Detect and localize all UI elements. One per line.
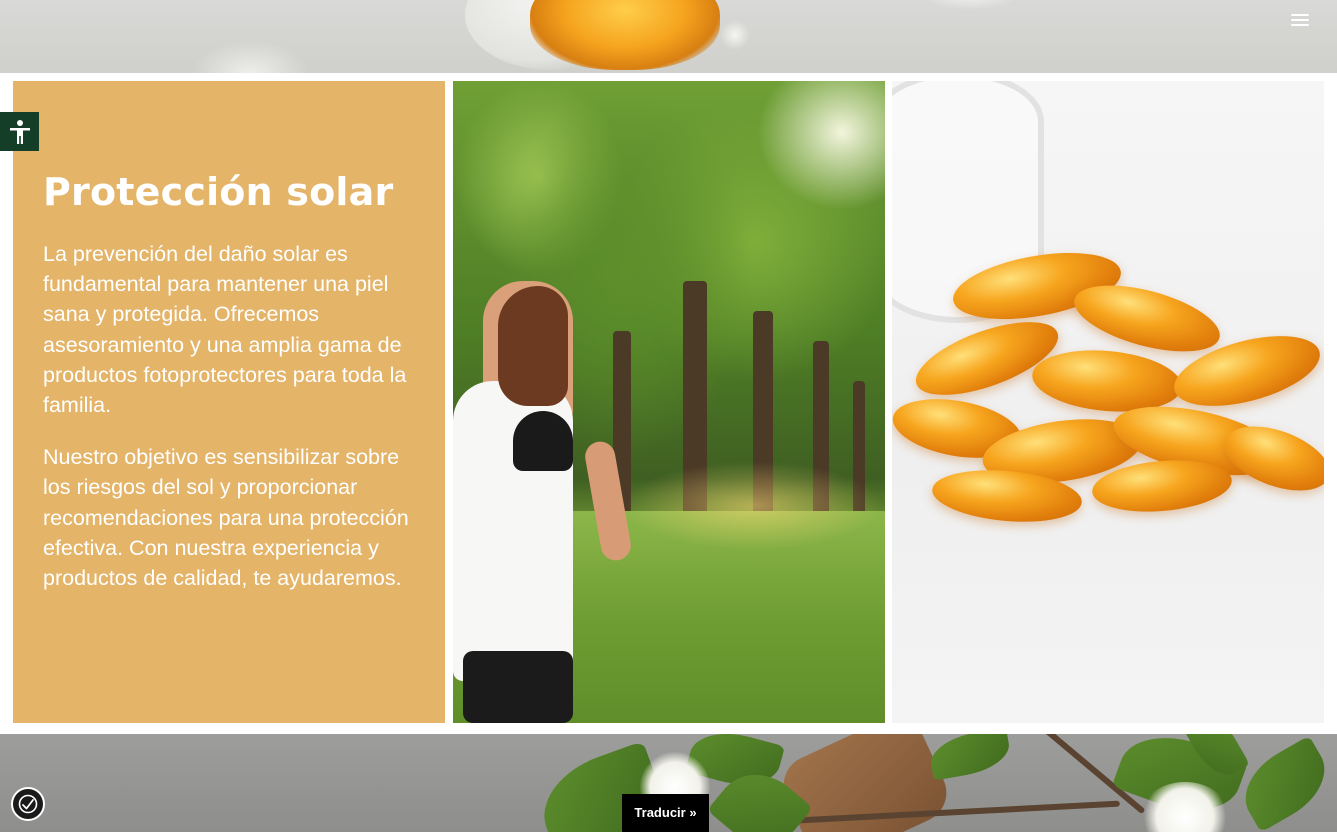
text-panel: Protección solar La prevención del daño … bbox=[13, 81, 445, 723]
hamburger-icon[interactable] bbox=[1291, 12, 1309, 28]
section-paragraph-1: La prevención del daño solar es fundamen… bbox=[43, 242, 407, 418]
accessibility-person-icon bbox=[9, 119, 30, 144]
hero-image-top bbox=[0, 0, 1337, 73]
section-title: Protección solar bbox=[43, 170, 394, 214]
accessibility-hand-icon bbox=[18, 794, 38, 814]
vitamin-capsules-image bbox=[892, 81, 1324, 723]
runner-park-image bbox=[453, 81, 885, 723]
accessibility-button[interactable] bbox=[11, 787, 45, 821]
accessibility-tab[interactable] bbox=[0, 112, 39, 151]
page: Protección solar La prevención del daño … bbox=[0, 0, 1337, 832]
section-paragraph-2: Nuestro objetivo es sensibilizar sobre l… bbox=[43, 445, 409, 591]
sun-protection-section: Protección solar La prevención del daño … bbox=[0, 73, 1337, 734]
translate-button[interactable]: Traducir » bbox=[622, 794, 709, 832]
